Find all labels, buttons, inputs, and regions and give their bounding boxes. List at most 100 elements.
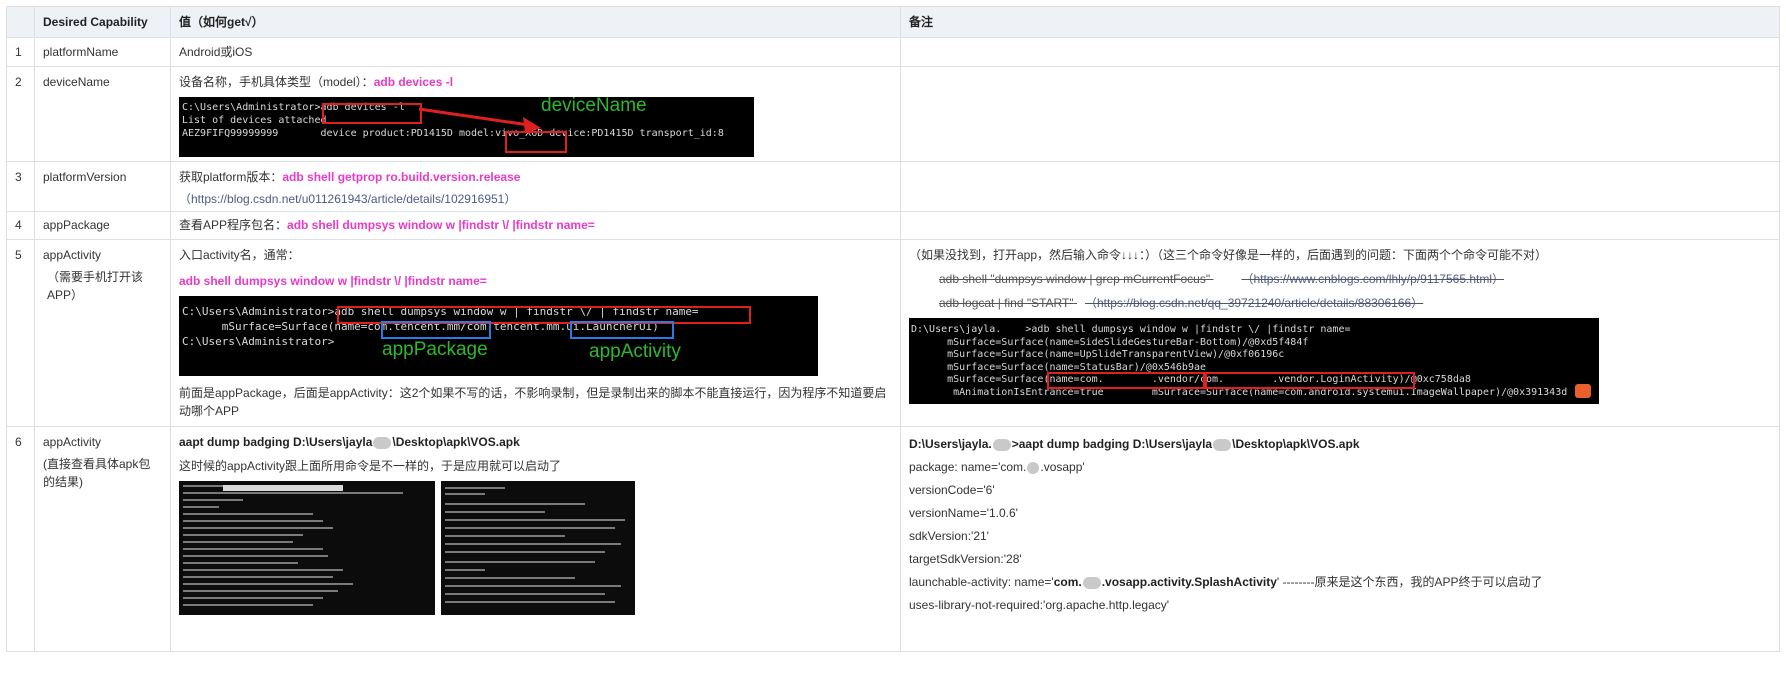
- capability-value: 查看APP程序包名：adb shell dumpsys window w |fi…: [170, 211, 901, 240]
- value-line: 设备名称，手机具体类型（model）：adb devices -l: [179, 73, 892, 91]
- command-part: D:\Users\jayla.: [909, 437, 992, 451]
- value-command: adb devices -l: [373, 75, 454, 89]
- table-row: 1 platformName Android或iOS: [6, 37, 1780, 67]
- thumbnail-line: [445, 569, 486, 571]
- capability-name: deviceName: [34, 66, 171, 162]
- remark-part: package: name='com.: [909, 460, 1027, 474]
- row-index-text: 3: [15, 170, 22, 184]
- capability-remark: [900, 161, 1780, 212]
- value-note: 前面是appPackage，后面是appActivity：这2个如果不写的话，不…: [179, 386, 887, 418]
- capability-name: platformVersion: [34, 161, 171, 212]
- value-prefix: 设备名称，手机具体类型（model）：: [179, 75, 374, 89]
- thumbnail-line: [445, 493, 486, 495]
- value-command: adb shell dumpsys window w |findstr \/ |…: [179, 274, 487, 288]
- thumbnail-line: [183, 499, 243, 501]
- capabilities-table: Desired Capability 值（如何get√） 备注 1 platfo…: [6, 6, 1780, 652]
- terminal-screenshot: D:\Users\jayla. >adb shell dumpsys windo…: [909, 318, 1599, 404]
- strike-link[interactable]: （https://blog.csdn.net/qq_39721240/artic…: [1077, 296, 1423, 310]
- header-remark: 备注: [900, 6, 1780, 38]
- reference-link[interactable]: （https://blog.csdn.net/u011261943/articl…: [179, 190, 892, 208]
- thumbnail-line: [183, 485, 223, 487]
- thumbnail-line: [183, 492, 403, 494]
- capability-name: appActivity (直接查看具体apk包的结果): [34, 426, 171, 652]
- row-index: 6: [6, 426, 35, 652]
- remark-part: com.: [1053, 575, 1082, 589]
- terminal-screenshot: C:\Users\Administrator>adb shell dumpsys…: [179, 296, 818, 376]
- capability-value: 入口activity名，通常： adb shell dumpsys window…: [170, 239, 901, 427]
- capability-remark: （如果没找到，打开app，然后输入命令↓↓↓：）（这三个命令好像是一样的，后面遇…: [900, 239, 1780, 427]
- thumbnail-line: [183, 548, 323, 550]
- value-prefix: 获取platform版本：: [179, 170, 283, 184]
- value-command: aapt dump badging D:\Users\jayla \Desktop…: [179, 433, 892, 451]
- terminal-line: C:\Users\Administrator>: [182, 335, 335, 348]
- highlight-box: [322, 103, 422, 124]
- annotation-label: deviceName: [541, 97, 647, 116]
- remark-target-sdk: targetSdkVersion:'28': [909, 552, 1022, 566]
- capability-remark: [900, 37, 1780, 67]
- thumbnail-line: [183, 576, 333, 578]
- remark-command: D:\Users\jayla. >aapt dump badging D:\Use…: [909, 433, 1771, 456]
- capability-name: appPackage: [34, 211, 171, 240]
- terminal-line: mSurface=Surface(name=SideSlideGestureBa…: [911, 336, 1309, 348]
- remark-launchable-activity: launchable-activity: name='com. .vosapp.a…: [909, 571, 1771, 594]
- terminal-screenshot: C:\Users\Administrator>adb devices -l Li…: [179, 97, 754, 157]
- remark-strike-line: adb logcat | find "START" （https://blog.…: [909, 294, 1771, 312]
- thumbnail-line: [445, 551, 606, 553]
- thumbnail-line: [183, 555, 328, 557]
- capability-remark: D:\Users\jayla. >aapt dump badging D:\Use…: [900, 426, 1780, 652]
- value-note: 这时候的appActivity跟上面所用命令是不一样的，于是应用就可以启动了: [179, 459, 562, 473]
- terminal-line: mSurface=Surface(name=UpSlideTransparent…: [911, 349, 1285, 360]
- capability-name-text: appActivity: [43, 435, 102, 449]
- terminal-thumbnail: [441, 481, 636, 615]
- thumbnail-line: [445, 601, 616, 603]
- thumbnail-line: [445, 511, 546, 513]
- thumbnail-line: [445, 487, 506, 489]
- table-row: 5 appActivity （需要手机打开该APP） 入口activity名，通…: [6, 239, 1780, 427]
- terminal-thumbnail: [179, 481, 435, 615]
- value-intro: 入口activity名，通常：: [179, 248, 300, 262]
- remark-uses-library: uses-library-not-required:'org.apache.ht…: [909, 598, 1170, 612]
- row-index: 3: [6, 161, 35, 212]
- thumbnail-line: [183, 569, 343, 571]
- command-part: >aapt dump badging D:\Users\jayla: [1011, 437, 1213, 451]
- thumbnail-line: [445, 535, 566, 537]
- capability-name: appActivity （需要手机打开该APP）: [34, 239, 171, 427]
- table-row: 3 platformVersion 获取platform版本：adb shell…: [6, 161, 1780, 212]
- annotation-label: appPackage: [382, 339, 488, 360]
- remark-part: .vosapp': [1040, 460, 1085, 474]
- thumbnail-line: [445, 585, 622, 587]
- header-index: [6, 6, 35, 38]
- strike-command: adb logcat | find "START": [939, 296, 1074, 310]
- highlight-box: [570, 321, 674, 339]
- thumbnail-line: [183, 590, 338, 592]
- strike-link[interactable]: （https://www.cnblogs.com/lhly/p/9117565.…: [1213, 272, 1504, 286]
- app-logo-icon: [1575, 384, 1591, 398]
- thumbnail-line: [183, 583, 353, 585]
- thumbnail-line: [445, 519, 626, 521]
- row-index-text: 6: [15, 435, 22, 449]
- row-index: 5: [6, 239, 35, 427]
- remark-package: package: name='com. .vosapp': [909, 456, 1771, 479]
- redaction-blur: [992, 438, 1011, 451]
- thumbnail-line: [183, 506, 219, 508]
- table-header-row: Desired Capability 值（如何get√） 备注: [6, 6, 1780, 38]
- capability-note: (直接查看具体apk包的结果): [43, 457, 151, 489]
- row-index: 4: [6, 211, 35, 240]
- thumbnail-line: [183, 597, 323, 599]
- capability-name-text: platformVersion: [43, 170, 127, 184]
- terminal-line: D:\Users\jayla. >adb shell dumpsys windo…: [911, 324, 1351, 335]
- capability-name: platformName: [34, 37, 171, 67]
- remark-part: .vosapp.activity.SplashActivity: [1101, 575, 1277, 589]
- row-index-text: 5: [15, 248, 22, 262]
- thumbnail-line: [445, 543, 622, 545]
- highlight-box: [1205, 372, 1415, 389]
- thumbnail-line: [445, 503, 586, 505]
- redaction-blur: [1082, 576, 1101, 589]
- capability-value: 设备名称，手机具体类型（model）：adb devices -l C:\Use…: [170, 66, 901, 162]
- thumbnail-line: [183, 534, 303, 536]
- thumbnail-line: [183, 527, 333, 529]
- redaction-blur: [1027, 461, 1040, 474]
- header-value: 值（如何get√）: [170, 6, 901, 38]
- row-index: 1: [6, 37, 35, 67]
- capability-remark: [900, 211, 1780, 240]
